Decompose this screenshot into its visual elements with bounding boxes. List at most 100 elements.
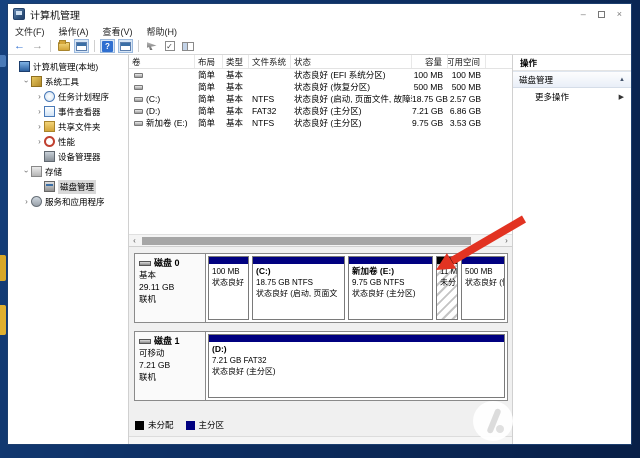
horizontal-scrollbar[interactable]: ‹ › xyxy=(129,234,512,246)
column-layout[interactable]: 布局 xyxy=(195,55,223,68)
event-viewer-icon xyxy=(44,106,55,117)
export-list-icon[interactable] xyxy=(56,39,71,53)
menu-file[interactable]: 文件(F) xyxy=(8,25,52,38)
shared-folders-icon xyxy=(44,121,55,132)
desktop-folder-fragment xyxy=(0,255,6,281)
scrollbar-thumb[interactable] xyxy=(142,237,471,245)
tree-item-services-applications[interactable]: › 服务和应用程序 xyxy=(8,194,128,209)
scroll-left-icon[interactable]: ‹ xyxy=(129,236,140,246)
app-icon xyxy=(13,8,25,20)
system-tools-icon xyxy=(31,76,42,87)
chevron-right-icon[interactable]: › xyxy=(35,122,44,131)
disk-0-row: 磁盘 0 基本 29.11 GB 联机 100 MB 状态良好 xyxy=(134,253,508,323)
column-capacity[interactable]: 容量 xyxy=(412,55,448,68)
menu-action[interactable]: 操作(A) xyxy=(52,25,96,38)
table-row[interactable]: 简单 基本 状态良好 (恢复分区) 500 MB 500 MB xyxy=(129,81,512,93)
menu-help[interactable]: 帮助(H) xyxy=(140,25,185,38)
column-type[interactable]: 类型 xyxy=(223,55,249,68)
tree-item-system-tools[interactable]: › 系统工具 xyxy=(8,74,128,89)
close-button[interactable]: × xyxy=(617,9,622,19)
volume-list-header: 卷 布局 类型 文件系统 状态 容量 可用空间 xyxy=(129,55,512,69)
maximize-button[interactable] xyxy=(598,11,605,18)
graphical-view: 磁盘 0 基本 29.11 GB 联机 100 MB 状态良好 xyxy=(129,246,512,436)
primary-partition-band xyxy=(253,257,344,264)
actions-section-disk-management[interactable]: 磁盘管理 ▲ xyxy=(513,71,631,88)
tree-item-performance[interactable]: › 性能 xyxy=(8,134,128,149)
more-actions-item[interactable]: 更多操作 ▶ xyxy=(513,88,631,106)
disk-1-header[interactable]: 磁盘 1 可移动 7.21 GB 联机 xyxy=(135,332,206,400)
console-tree-icon[interactable] xyxy=(74,39,89,53)
disk-icon xyxy=(139,261,151,266)
partition-efi[interactable]: 100 MB 状态良好 xyxy=(208,256,249,320)
volume-icon xyxy=(134,97,143,102)
chevron-down-icon[interactable]: › xyxy=(22,167,31,176)
desktop-folder-fragment xyxy=(0,305,6,335)
tree-item-task-scheduler[interactable]: › 任务计划程序 xyxy=(8,89,128,104)
title-bar[interactable]: 计算机管理 – × xyxy=(8,4,631,24)
status-strip xyxy=(129,436,512,444)
tree-item-computer-management[interactable]: 计算机管理(本地) xyxy=(8,59,128,74)
table-row[interactable]: 新加卷 (E:) 简单 基本 NTFS 状态良好 (主分区) 9.75 GB 3… xyxy=(129,117,512,129)
column-filesystem[interactable]: 文件系统 xyxy=(249,55,291,68)
window-title: 计算机管理 xyxy=(30,7,80,22)
actions-title: 操作 xyxy=(513,55,631,71)
chevron-right-icon[interactable]: › xyxy=(35,137,44,146)
collapse-icon[interactable]: ▲ xyxy=(619,77,625,83)
tree-item-device-manager[interactable]: 设备管理器 xyxy=(8,149,128,164)
storage-icon xyxy=(31,166,42,177)
device-manager-icon xyxy=(44,151,55,162)
partition-unallocated[interactable]: 11 M 未分 xyxy=(436,256,458,320)
tree-item-shared-folders[interactable]: › 共享文件夹 xyxy=(8,119,128,134)
tree-item-disk-management[interactable]: 磁盘管理 xyxy=(8,179,128,194)
minimize-button[interactable]: – xyxy=(581,9,586,19)
volume-icon xyxy=(134,121,143,126)
volume-icon xyxy=(134,85,143,90)
show-hide-pane-icon[interactable] xyxy=(118,39,133,53)
column-status[interactable]: 状态 xyxy=(291,55,412,68)
forward-icon[interactable]: → xyxy=(30,39,45,53)
table-row[interactable]: 简单 基本 状态良好 (EFI 系统分区) 100 MB 100 MB xyxy=(129,69,512,81)
disk-management-icon xyxy=(44,181,55,192)
primary-partition-band xyxy=(209,335,504,342)
computer-management-window: 计算机管理 – × 文件(F) 操作(A) 查看(V) 帮助(H) ← → ? … xyxy=(7,3,632,445)
table-row[interactable]: (C:) 简单 基本 NTFS 状态良好 (启动, 页面文件, 故障转储, 主分… xyxy=(129,93,512,105)
unallocated-swatch xyxy=(135,421,144,430)
menu-view[interactable]: 查看(V) xyxy=(96,25,140,38)
checkbox-tool-icon[interactable]: ✓ xyxy=(162,39,177,53)
table-row[interactable]: (D:) 简单 基本 FAT32 状态良好 (主分区) 7.21 GB 6.86… xyxy=(129,105,512,117)
volume-list: 卷 布局 类型 文件系统 状态 容量 可用空间 简单 基本 状态良好 (EFI … xyxy=(129,55,512,234)
toolbar-separator xyxy=(138,40,139,52)
partition-c[interactable]: (C:) 18.75 GB NTFS 状态良好 (启动, 页面文 xyxy=(252,256,345,320)
legend: 未分配 主分区 xyxy=(135,419,224,431)
services-icon xyxy=(31,196,42,207)
tree-item-storage[interactable]: › 存储 xyxy=(8,164,128,179)
column-volume[interactable]: 卷 xyxy=(129,55,195,68)
submenu-arrow-icon: ▶ xyxy=(619,93,624,101)
volume-icon xyxy=(134,109,143,114)
performance-icon xyxy=(44,136,55,147)
column-freespace[interactable]: 可用空间 xyxy=(448,55,486,68)
desktop-icon-fragment xyxy=(0,55,6,67)
chevron-right-icon[interactable]: › xyxy=(35,107,44,116)
pointer-tool-icon[interactable] xyxy=(144,39,159,53)
scroll-right-icon[interactable]: › xyxy=(501,236,512,246)
task-scheduler-icon xyxy=(44,91,55,102)
partition-e[interactable]: 新加卷 (E:) 9.75 GB NTFS 状态良好 (主分区) xyxy=(348,256,433,320)
chevron-down-icon[interactable]: › xyxy=(22,77,31,86)
tree-item-event-viewer[interactable]: › 事件查看器 xyxy=(8,104,128,119)
panel-view-icon[interactable] xyxy=(180,39,195,53)
back-icon[interactable]: ← xyxy=(12,39,27,53)
chevron-right-icon[interactable]: › xyxy=(35,92,44,101)
chevron-right-icon[interactable]: › xyxy=(22,197,31,206)
toolbar: ← → ? ✓ xyxy=(8,38,631,55)
disk-icon xyxy=(139,339,151,344)
help-icon[interactable]: ? xyxy=(100,39,115,53)
toolbar-separator xyxy=(50,40,51,52)
console-tree: 计算机管理(本地) › 系统工具 › 任务计划程序 › 事件查看器 › 共享文件… xyxy=(8,55,129,444)
disk-0-header[interactable]: 磁盘 0 基本 29.11 GB 联机 xyxy=(135,254,206,322)
toolbar-separator xyxy=(94,40,95,52)
primary-partition-band xyxy=(349,257,432,264)
partition-recovery[interactable]: 500 MB 状态良好 (恢复分区) xyxy=(461,256,505,320)
primary-partition-band xyxy=(462,257,504,264)
partition-d[interactable]: (D:) 7.21 GB FAT32 状态良好 (主分区) xyxy=(208,334,505,398)
